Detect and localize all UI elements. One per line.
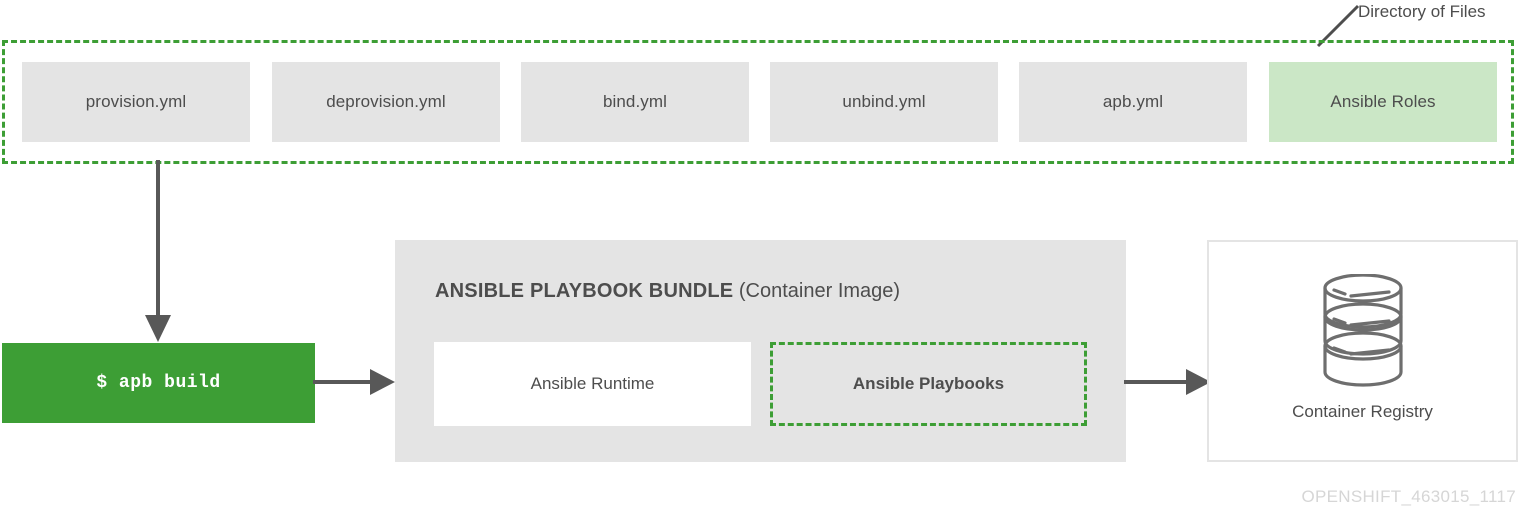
file-box-bind[interactable]: bind.yml (521, 62, 749, 142)
ansible-playbook-bundle-panel: ANSIBLE PLAYBOOK BUNDLE (Container Image… (395, 240, 1126, 462)
file-box-label: provision.yml (85, 92, 187, 111)
arrow-bundle-to-registry (1124, 369, 1211, 395)
file-box-label: deprovision.yml (326, 92, 446, 111)
file-box-label: unbind.yml (842, 92, 926, 111)
container-registry-label: Container Registry (1292, 402, 1433, 421)
file-box-label: bind.yml (602, 92, 668, 111)
container-registry-panel: Container Registry (1207, 240, 1518, 462)
file-box-deprovision[interactable]: deprovision.yml (272, 62, 500, 142)
apb-build-command-label: $ apb build (96, 373, 221, 393)
diagram-canvas: Directory of Files provision.yml deprovi… (0, 0, 1520, 523)
arrow-directory-to-build (145, 160, 171, 342)
arrow-build-to-bundle (313, 369, 395, 395)
watermark-id: OPENSHIFT_463015_1117 (1301, 487, 1516, 506)
apb-build-command-box[interactable]: $ apb build (2, 343, 315, 423)
bundle-title-light: (Container Image) (733, 280, 901, 302)
file-box-label: Ansible Roles (1330, 92, 1436, 111)
file-box-unbind[interactable]: unbind.yml (770, 62, 998, 142)
file-box-apb[interactable]: apb.yml (1019, 62, 1247, 142)
bundle-title: ANSIBLE PLAYBOOK BUNDLE (Container Image… (435, 280, 900, 303)
file-box-label: apb.yml (1102, 92, 1164, 111)
ansible-runtime-box[interactable]: Ansible Runtime (434, 342, 751, 426)
ansible-playbooks-label: Ansible Playbooks (852, 374, 1005, 393)
directory-of-files-label: Directory of Files (1358, 2, 1486, 21)
file-box-provision[interactable]: provision.yml (22, 62, 250, 142)
ansible-runtime-label: Ansible Runtime (530, 374, 655, 393)
bundle-title-strong: ANSIBLE PLAYBOOK BUNDLE (435, 280, 734, 302)
file-box-ansible-roles[interactable]: Ansible Roles (1269, 62, 1497, 142)
ansible-playbooks-box[interactable]: Ansible Playbooks (770, 342, 1087, 426)
database-stack-icon (1322, 274, 1403, 387)
